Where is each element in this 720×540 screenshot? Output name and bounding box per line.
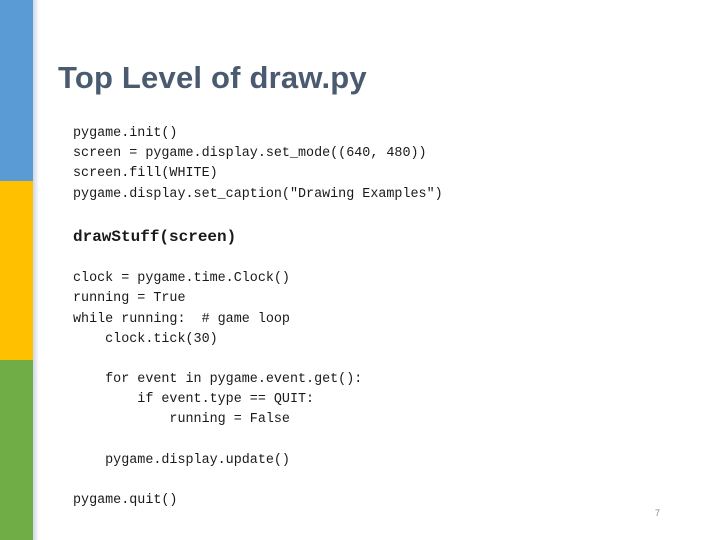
- accent-bar-green: [0, 360, 33, 540]
- code-line: while running: # game loop: [73, 311, 290, 327]
- code-listing: pygame.init() screen = pygame.display.se…: [73, 124, 443, 511]
- code-line: running = False: [73, 412, 290, 428]
- code-line: pygame.quit(): [73, 493, 178, 509]
- code-line: running = True: [73, 291, 186, 307]
- code-line: screen = pygame.display.set_mode((640, 4…: [73, 146, 427, 162]
- code-line: for event in pygame.event.get():: [73, 372, 363, 388]
- sidebar-shadow: [33, 0, 39, 540]
- code-line: clock = pygame.time.Clock(): [73, 271, 290, 287]
- accent-sidebar: [0, 0, 33, 540]
- code-line: pygame.display.set_caption("Drawing Exam…: [73, 186, 443, 202]
- code-line: clock.tick(30): [73, 331, 218, 347]
- code-highlight-line: drawStuff(screen): [73, 227, 237, 246]
- accent-bar-blue: [0, 0, 33, 181]
- accent-bar-yellow: [0, 181, 33, 360]
- code-line: screen.fill(WHITE): [73, 166, 218, 182]
- page-number: 7: [655, 508, 661, 518]
- code-line: pygame.display.update(): [73, 452, 290, 468]
- code-line: pygame.init(): [73, 126, 178, 141]
- slide-title: Top Level of draw.py: [58, 60, 367, 95]
- code-line: if event.type == QUIT:: [73, 392, 315, 408]
